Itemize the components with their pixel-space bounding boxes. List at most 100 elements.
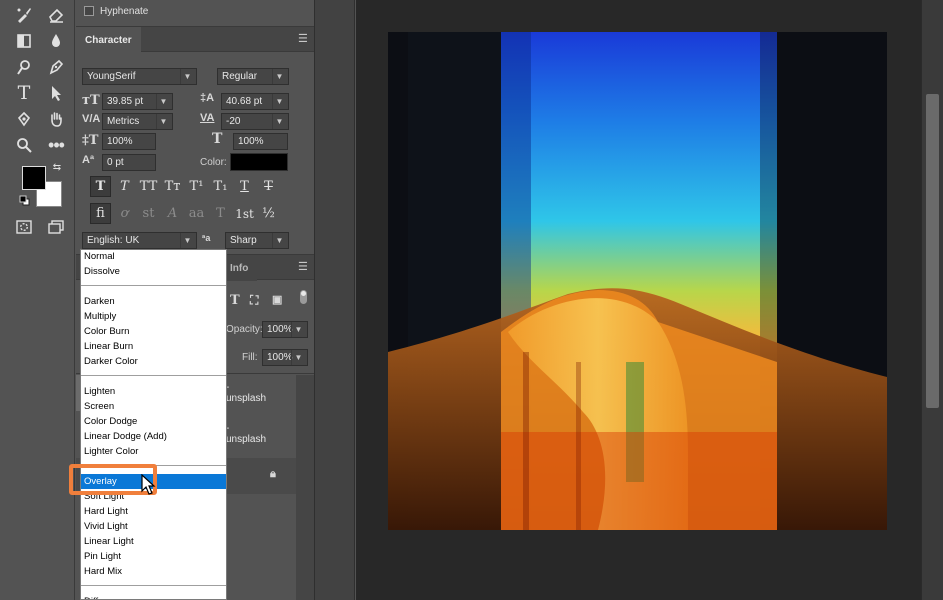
font-family-select[interactable]: YoungSerif ▼ (82, 68, 197, 85)
zoom-icon[interactable] (13, 134, 35, 156)
blend-mode-option[interactable]: Lighter Color (84, 444, 138, 459)
leading-field[interactable]: 40.68 pt ▼ (221, 93, 289, 110)
vertical-scale-field[interactable]: 100% (102, 133, 156, 150)
blend-mode-option[interactable]: Darken (84, 294, 115, 309)
chevron-down-icon: ▼ (291, 322, 305, 337)
transform-icon[interactable] (13, 108, 35, 130)
path-select-icon[interactable] (45, 82, 67, 104)
blend-mode-option[interactable]: Normal (84, 250, 115, 264)
rectangle-icon[interactable] (13, 30, 35, 52)
font-style-select[interactable]: Regular ▼ (217, 68, 289, 85)
blend-mode-option[interactable]: Color Dodge (84, 414, 137, 429)
kerning-select[interactable]: Metrics ▼ (102, 113, 173, 130)
opacity-field[interactable]: 100% ▼ (262, 321, 308, 338)
superscript-button[interactable]: T¹ (186, 176, 207, 197)
blend-mode-option[interactable]: Linear Dodge (Add) (84, 429, 167, 444)
font-style-value: Regular (222, 71, 258, 82)
swap-icon[interactable]: ⇆ (50, 160, 64, 174)
ordinals-button[interactable]: 1st (234, 203, 255, 224)
chevron-down-icon: ▼ (291, 350, 305, 365)
ligatures-button[interactable]: fi (90, 203, 111, 224)
stylistic-alternates-button[interactable]: T (210, 203, 231, 224)
lock-icon: 🔒︎ (270, 468, 276, 480)
leading-value: 40.68 pt (226, 96, 263, 107)
fractions-button[interactable]: ½ (258, 203, 279, 224)
subscript-button[interactable]: T₁ (210, 176, 231, 197)
fractions-label: ½ (262, 206, 275, 221)
tracking-value: -20 (226, 116, 241, 127)
blend-mode-option[interactable]: Color Burn (84, 324, 129, 339)
blend-mode-option[interactable]: Hard Mix (84, 564, 122, 579)
old-style-button[interactable]: ơ (114, 203, 135, 224)
blend-mode-option[interactable]: Darker Color (84, 354, 138, 369)
text-color-swatch[interactable] (230, 153, 288, 171)
blend-mode-option[interactable]: Hard Light (84, 504, 128, 519)
hyphenate-option[interactable]: Hyphenate (84, 0, 148, 22)
blend-mode-option[interactable]: Multiply (84, 309, 116, 324)
blend-mode-option[interactable]: Screen (84, 399, 114, 414)
blend-mode-option[interactable]: Vivid Light (84, 519, 128, 534)
opacity-label: Opacity: (226, 324, 263, 335)
panel-menu-icon[interactable]: ☰ (298, 34, 308, 45)
titling-button[interactable]: aa (186, 203, 207, 224)
underline-button[interactable]: T (234, 176, 255, 197)
strikethrough-button[interactable]: T (258, 176, 279, 197)
fill-label: Fill: (242, 352, 258, 363)
default-colors-icon[interactable] (18, 194, 30, 206)
hyphenate-checkbox[interactable] (84, 6, 94, 16)
color-label: Color: (200, 157, 227, 168)
filter-toggle[interactable] (300, 290, 307, 304)
discretionary-ligatures-button[interactable]: st (138, 203, 159, 224)
all-caps-button[interactable]: TT (138, 176, 159, 197)
horizontal-scale-value: 100% (238, 136, 264, 147)
shape-filter-icon[interactable]: ⛶ (250, 293, 258, 308)
fill-field[interactable]: 100% ▼ (262, 349, 308, 366)
faux-italic-button[interactable]: T (114, 176, 135, 197)
blend-mode-option[interactable]: Dissolve (84, 264, 120, 279)
blend-mode-option[interactable]: Lighten (84, 384, 115, 399)
hand-icon[interactable] (45, 108, 67, 130)
type-icon[interactable]: T (13, 82, 35, 104)
scrollbar-thumb[interactable] (926, 94, 939, 408)
baseline-shift-icon: Aª (82, 154, 95, 166)
blend-mode-dropdown[interactable]: Normal Dissolve Darken Multiply Color Burn Li… (80, 249, 227, 600)
font-size-value: 39.85 pt (107, 96, 144, 107)
font-size-field[interactable]: 39.85 pt ▼ (102, 93, 173, 110)
panel-menu-icon[interactable]: ☰ (298, 262, 308, 273)
faux-bold-button[interactable]: T (90, 176, 111, 197)
brush-icon[interactable] (13, 4, 35, 26)
small-caps-button[interactable]: Tт (162, 176, 183, 197)
type-filter-icon[interactable]: T (230, 293, 240, 308)
foreground-color-swatch[interactable] (22, 166, 46, 190)
smart-object-filter-icon[interactable]: ▣ (272, 293, 282, 306)
tab-character[interactable]: Character (76, 27, 141, 53)
quick-mask-icon[interactable] (13, 216, 35, 238)
blend-mode-separator (81, 375, 226, 376)
panel-dock-gutter (314, 0, 355, 600)
blend-mode-option[interactable]: Difference (84, 594, 127, 599)
more-icon[interactable]: ••• (45, 134, 67, 156)
screen-mode-icon[interactable] (45, 216, 67, 238)
language-select[interactable]: English: UK ▼ (82, 232, 197, 249)
blend-mode-option[interactable]: Linear Light (84, 534, 134, 549)
artwork-image[interactable] (388, 32, 887, 530)
mouse-cursor-icon (141, 474, 156, 495)
font-size-icon: ᴛT (82, 93, 100, 108)
drop-icon[interactable] (45, 30, 67, 52)
chevron-down-icon: ▼ (180, 69, 194, 84)
tracking-select[interactable]: -20 ▼ (221, 113, 289, 130)
blend-mode-option[interactable]: Linear Burn (84, 339, 133, 354)
blend-mode-option[interactable]: Pin Light (84, 549, 121, 564)
vertical-scrollbar[interactable] (921, 0, 943, 600)
eraser-icon[interactable] (45, 4, 67, 26)
chevron-down-icon: ▼ (156, 94, 170, 109)
photoshop-window: T ••• ⇆ Hyphenate Character ☰ YoungSerif… (0, 0, 943, 600)
layers-scroll-area (296, 375, 314, 600)
document-canvas[interactable] (356, 0, 921, 600)
dodge-icon[interactable] (13, 56, 35, 78)
baseline-shift-field[interactable]: 0 pt (102, 154, 156, 171)
pen-icon[interactable] (45, 56, 67, 78)
horizontal-scale-field[interactable]: 100% (233, 133, 288, 150)
swash-button[interactable]: A (162, 203, 183, 224)
antialias-select[interactable]: Sharp ▼ (225, 232, 289, 249)
